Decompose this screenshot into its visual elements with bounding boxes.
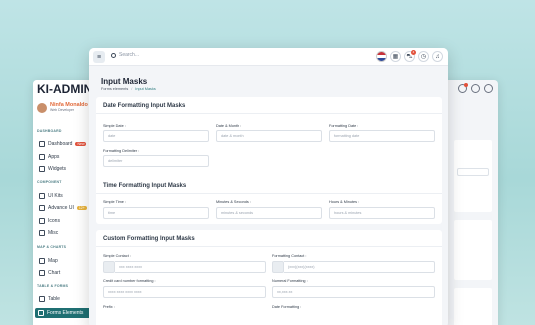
contact-prefix-addon [272,261,284,273]
card-title: Time Formatting Input Masks [103,183,187,189]
back-card [454,220,492,280]
numeral-input[interactable]: xx,xxx.xx [272,286,435,298]
card-title: Date Formatting Input Masks [103,103,186,109]
main-window: ≡ Search... ▦ ⛍ 4 ◷ ♫ Input Masks Forms e… [89,48,448,325]
simple-date-input[interactable]: date [103,130,209,142]
back-toolbar [458,83,493,93]
apps-icon [39,154,45,160]
bell-icon[interactable] [484,84,493,93]
sidebar-item-misc[interactable]: Misc [39,230,58,236]
prefix-label: Prefix : [103,305,115,309]
card-title: Custom Formatting Input Masks [103,236,195,242]
section-table: TABLE & FORMS [37,284,69,288]
section-component: COMPONENT [37,180,62,184]
sidebar-item-icons[interactable]: Icons [39,218,60,224]
minutes-seconds-label: Minutes & Seconds : [216,200,251,204]
timer-icon[interactable] [471,84,480,93]
header: ≡ Search... ▦ ⛍ 4 ◷ ♫ [89,48,448,66]
breadcrumb-parent[interactable]: Forms elements [101,87,128,91]
minutes-seconds-input[interactable]: minutes & seconds [216,207,322,219]
forms-icon [38,310,44,316]
grid-icon[interactable]: ▦ [390,51,401,62]
date-formatting-label: Date Formatting : [272,305,302,309]
hours-minutes-label: Hours & Minutes : [329,200,360,204]
simple-contact-label: Simple Contact : [103,254,131,258]
credit-card-label: Credit card number formatting : [103,279,156,283]
sidebar-item-map[interactable]: Map [39,258,58,264]
simple-time-input[interactable]: time [103,207,209,219]
user-profile[interactable]: Ninfa Monaldo Web Developer [37,102,88,113]
misc-icon [39,230,45,236]
breadcrumb-current: Input Masks [135,87,156,91]
sidebar-item-apps[interactable]: Apps [39,154,59,160]
sidebar-item-chart[interactable]: Chart [39,270,60,276]
back-card [454,140,492,212]
numeral-label: Numeral Formatting : [272,279,308,283]
date-month-label: Date & Month : [216,124,242,128]
search-icon [111,52,116,58]
simple-date-label: Simple Date : [103,124,126,128]
advance-ui-icon [39,205,45,211]
user-role: Web Developer [50,108,75,112]
section-dashboard: DASHBOARD [37,129,62,133]
sidebar-item-advance-ui[interactable]: Advance UI 12+ [39,205,87,211]
icons-icon [39,218,45,224]
formatting-date-label: Formatting Date : [329,124,359,128]
section-maps: MAP & CHARTS [37,245,67,249]
sidebar-item-forms[interactable]: Forms Elements [35,308,93,318]
contact-prefix-addon [103,261,115,273]
header-icons: ▦ ⛍ 4 ◷ ♫ [376,50,443,62]
app-logo: KI-ADMIN [37,82,93,96]
delimiter-input[interactable]: delimiter [103,155,209,167]
time-formatting-card: Time Formatting Input Masks Simple Time … [96,177,442,224]
formatting-date-input[interactable]: formatting date [329,130,435,142]
delimiter-label: Formatting Delimiter : [103,149,140,153]
ui-kits-icon [39,193,45,199]
back-card [454,288,492,325]
widgets-icon [39,166,45,172]
sidebar-item-widgets[interactable]: Widgets [39,166,66,172]
hours-minutes-input[interactable]: hours & minutes [329,207,435,219]
sidebar-item-table[interactable]: Table [39,296,60,302]
chart-icon [39,270,45,276]
sidebar: KI-ADMIN Ninfa Monaldo Web Developer DAS… [33,80,95,325]
bell-icon[interactable]: ♫ [432,51,443,62]
breadcrumb: Forms elements / Input Masks [101,87,156,91]
date-month-input[interactable]: date & month [216,130,322,142]
formatting-contact-input[interactable]: (xxx)(xxx)(xxxx) [284,261,435,273]
map-icon [39,258,45,264]
page-title: Input Masks [101,77,148,86]
sidebar-item-ui-kits[interactable]: UI Kits [39,193,63,199]
sidebar-item-dashboard[interactable]: Dashboard New [39,141,87,147]
search-input[interactable]: Search... [119,52,139,58]
cart-icon[interactable]: ⛍ 4 [404,50,416,62]
new-badge: New [75,142,87,146]
custom-formatting-card: Custom Formatting Input Masks Simple Con… [96,230,442,325]
home-icon [39,141,45,147]
simple-contact-input[interactable]: xxx xxxx xxxx [115,261,266,273]
search-bar[interactable]: Search... [111,52,139,58]
timer-icon[interactable]: ◷ [418,51,429,62]
avatar [37,103,47,113]
cart-count: 4 [411,50,416,55]
menu-icon[interactable]: ≡ [93,51,105,63]
count-badge: 12+ [76,206,87,210]
formatting-contact-label: Formatting Contact : [272,254,307,258]
cart-icon[interactable] [458,83,468,93]
simple-time-label: Simple Time : [103,200,126,204]
flag-icon[interactable] [376,51,387,62]
credit-card-input[interactable]: xxxx xxxx xxxx xxxx [103,286,266,298]
table-icon [39,296,45,302]
